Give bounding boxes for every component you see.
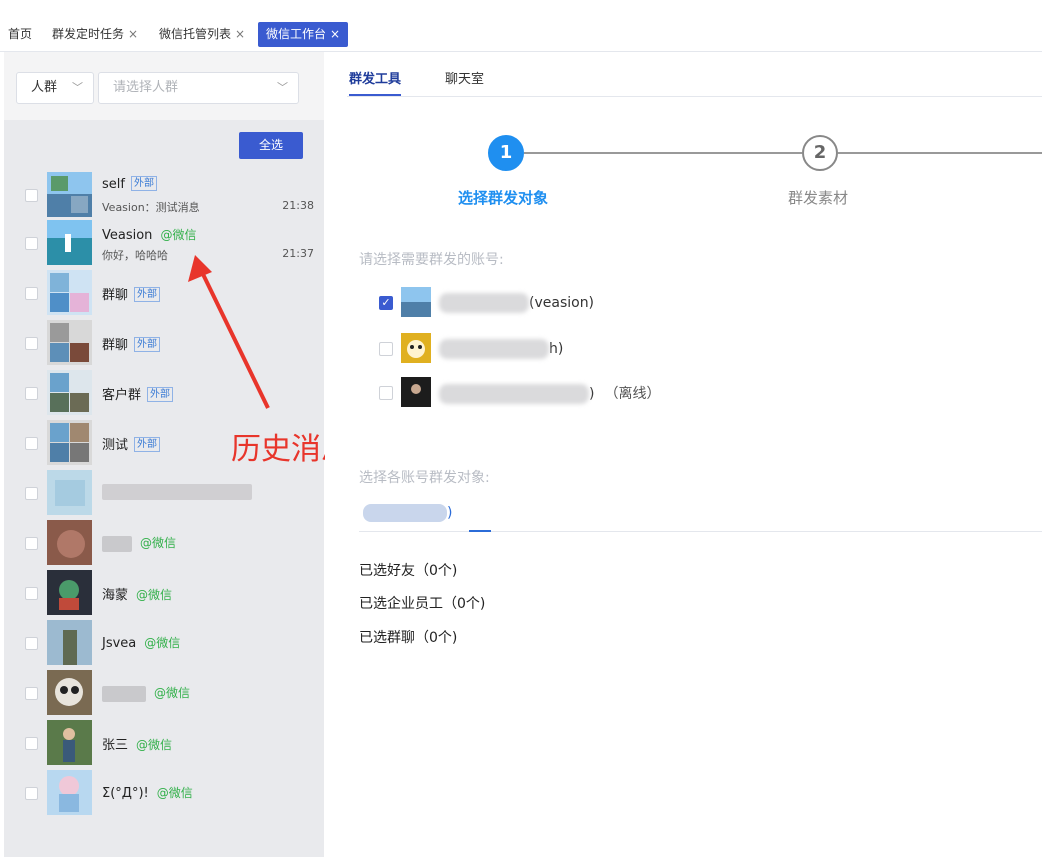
account-hint: 请选择需要群发的账号:: [359, 252, 504, 268]
step-connector: [838, 152, 1042, 154]
redacted-name: [439, 293, 529, 313]
workspace-panel: 群发工具 聊天室 1 2 选择群发对象 群发素材 请选择需要群发的账号: ✓ (…: [325, 52, 1042, 857]
account-name: h): [439, 339, 563, 359]
tab-broadcast-tool[interactable]: 群发工具: [349, 68, 402, 96]
avatar: [401, 377, 431, 407]
step-connector: [524, 152, 802, 154]
step-2-label: 群发素材: [788, 189, 849, 207]
subtab-divider: [359, 531, 1042, 532]
account-option[interactable]: ✓ (veasion): [379, 287, 679, 319]
subtab-underline: [469, 530, 491, 532]
redacted-name: [439, 339, 549, 359]
selected-friends[interactable]: 已选好友（0个): [359, 560, 457, 580]
account-option[interactable]: ) （离线）: [379, 377, 719, 409]
account-suffix: ): [589, 386, 595, 402]
subtab-suffix: ): [447, 505, 453, 521]
selected-staff[interactable]: 已选企业员工（0个): [359, 593, 485, 613]
avatar: [401, 333, 431, 363]
account-checkbox[interactable]: ✓: [379, 296, 393, 310]
selected-groups[interactable]: 已选群聊（0个): [359, 627, 457, 647]
account-suffix: h): [549, 341, 564, 357]
tab-chatroom[interactable]: 聊天室: [445, 68, 484, 87]
account-checkbox[interactable]: [379, 386, 393, 400]
account-option[interactable]: h): [379, 333, 679, 365]
account-suffix: (veasion): [529, 295, 595, 311]
account-name: (veasion): [439, 293, 594, 313]
account-name: ) （离线）: [439, 383, 660, 404]
step-1-indicator: 1: [488, 135, 524, 171]
offline-status: （离线）: [604, 386, 661, 402]
redacted-name: [363, 504, 447, 522]
redacted-name: [439, 384, 589, 404]
tab-divider: [347, 96, 1042, 97]
step-2-indicator: 2: [802, 135, 838, 171]
account-checkbox[interactable]: [379, 342, 393, 356]
target-hint: 选择各账号群发对象:: [359, 470, 490, 486]
avatar: [401, 287, 431, 317]
step-1-label: 选择群发对象: [458, 189, 549, 207]
account-subtab[interactable]: ): [363, 504, 452, 522]
